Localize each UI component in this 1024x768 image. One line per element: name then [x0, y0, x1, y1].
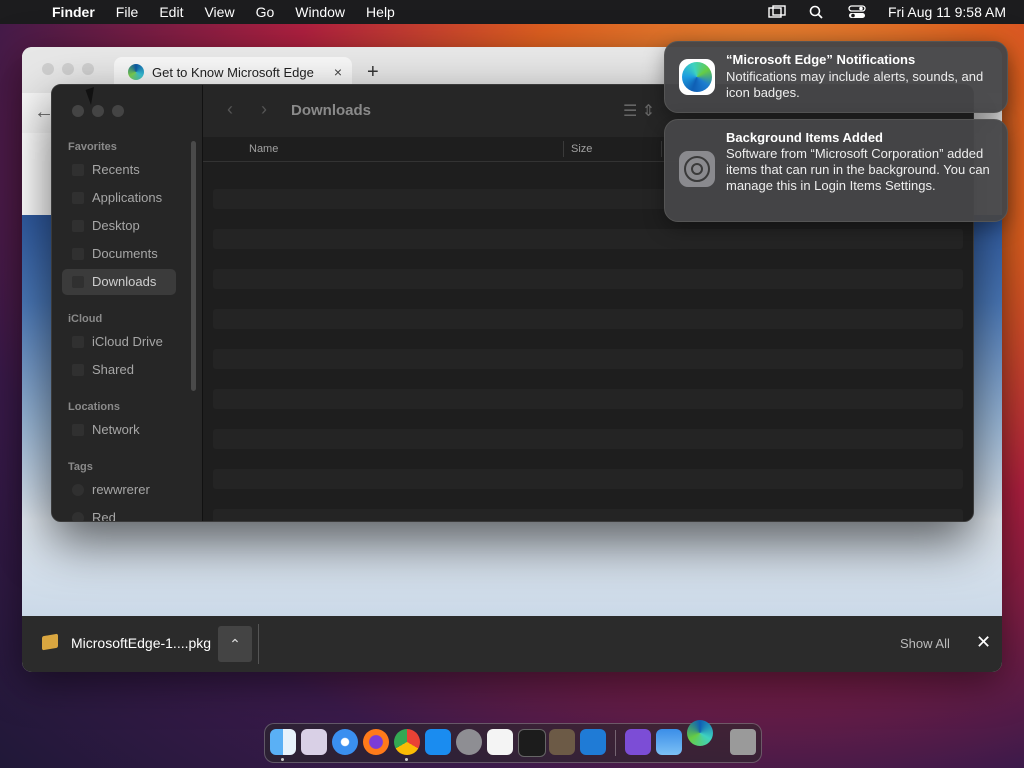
edge-favicon-icon — [128, 64, 144, 80]
list-row — [213, 469, 963, 489]
column-header-name[interactable]: Name — [249, 143, 278, 155]
list-row — [213, 269, 963, 289]
sidebar-header-icloud: iCloud — [68, 313, 103, 325]
trash-icon[interactable] — [730, 729, 756, 755]
list-row — [213, 309, 963, 329]
notification-title: Background Items Added — [726, 130, 883, 145]
terminal-icon[interactable] — [518, 729, 546, 757]
column-divider — [563, 141, 564, 157]
menu-edit[interactable]: Edit — [159, 4, 183, 20]
applications-icon — [72, 192, 84, 204]
menu-bar: Finder File Edit View Go Window Help Fri… — [0, 0, 1024, 24]
desktop-icon — [72, 220, 84, 232]
notification-body: Software from “Microsoft Corporation” ad… — [726, 146, 990, 193]
list-row — [213, 429, 963, 449]
app-store-icon[interactable] — [425, 729, 451, 755]
textedit-icon[interactable] — [487, 729, 513, 755]
vscode-icon[interactable] — [580, 729, 606, 755]
system-settings-icon — [679, 151, 715, 187]
list-row — [213, 349, 963, 369]
column-divider — [661, 141, 662, 157]
edge-icon — [679, 59, 715, 95]
download-icon — [72, 276, 84, 288]
finder-icon[interactable] — [270, 729, 296, 755]
chrome-icon[interactable] — [394, 729, 420, 755]
sidebar-item-tag-red[interactable]: Red — [62, 505, 176, 521]
sidebar-item-downloads[interactable]: Downloads — [62, 269, 176, 295]
notification-title: “Microsoft Edge” Notifications — [726, 52, 916, 67]
shared-folder-icon — [72, 364, 84, 376]
cloud-icon — [72, 336, 84, 348]
menu-window[interactable]: Window — [295, 4, 345, 20]
running-indicator — [405, 758, 408, 761]
finder-sidebar: Favorites Recents Applications Desktop D… — [52, 85, 202, 521]
package-icon — [42, 633, 58, 651]
list-row — [213, 509, 963, 521]
system-settings-icon[interactable] — [456, 729, 482, 755]
weather-icon[interactable] — [656, 729, 682, 755]
notification-background-items[interactable]: Background Items Added Software from “Mi… — [664, 119, 1008, 222]
show-all-button[interactable]: Show All — [900, 636, 950, 651]
list-row — [213, 389, 963, 409]
close-tab-icon[interactable]: × — [334, 64, 342, 80]
clock-icon — [72, 164, 84, 176]
sidebar-item-desktop[interactable]: Desktop — [62, 213, 176, 239]
spotlight-search-icon[interactable] — [808, 5, 826, 19]
sidebar-header-favorites: Favorites — [68, 141, 117, 153]
sidebar-item-network[interactable]: Network — [62, 417, 176, 443]
menu-app-finder[interactable]: Finder — [52, 4, 95, 20]
edge-icon[interactable] — [687, 720, 713, 746]
menu-go[interactable]: Go — [256, 4, 275, 20]
sidebar-item-documents[interactable]: Documents — [62, 241, 176, 267]
finder-zoom-button[interactable] — [112, 105, 124, 117]
tag-dot-icon — [72, 512, 84, 521]
column-header-size[interactable]: Size — [571, 143, 592, 155]
instruments-icon[interactable] — [549, 729, 575, 755]
chevron-up-icon[interactable]: ⌃ — [218, 626, 252, 662]
back-chevron-icon[interactable]: ‹ — [227, 99, 233, 120]
new-tab-button[interactable]: + — [367, 61, 379, 84]
sidebar-header-tags: Tags — [68, 461, 93, 473]
finder-window-title: Downloads — [291, 102, 372, 119]
finder-minimize-button[interactable] — [92, 105, 104, 117]
download-filename[interactable]: MicrosoftEdge-1....pkg — [71, 635, 211, 651]
sidebar-item-applications[interactable]: Applications — [62, 185, 176, 211]
list-view-icon[interactable]: ☰ ⇕ — [623, 101, 655, 121]
tag-dot-icon — [72, 484, 84, 496]
visual-studio-icon[interactable] — [625, 729, 651, 755]
dock — [264, 720, 762, 763]
sidebar-item-shared[interactable]: Shared — [62, 357, 176, 383]
edge-minimize-button[interactable] — [62, 63, 74, 75]
sidebar-item-tag-rewwrerer[interactable]: rewwrerer — [62, 477, 176, 503]
network-icon — [72, 424, 84, 436]
edge-tab-title: Get to Know Microsoft Edge — [152, 64, 314, 80]
download-divider — [258, 624, 259, 664]
launchpad-icon[interactable] — [301, 729, 327, 755]
control-center-icon[interactable] — [848, 5, 866, 19]
firefox-icon[interactable] — [363, 729, 389, 755]
notification-edge[interactable]: “Microsoft Edge” Notifications Notificat… — [664, 41, 1008, 113]
sidebar-item-recents[interactable]: Recents — [62, 157, 176, 183]
menu-help[interactable]: Help — [366, 4, 395, 20]
menubar-clock[interactable]: Fri Aug 11 9:58 AM — [888, 4, 1006, 20]
forward-chevron-icon[interactable]: › — [261, 99, 267, 120]
finder-close-button[interactable] — [72, 105, 84, 117]
menu-view[interactable]: View — [204, 4, 234, 20]
dock-divider — [615, 730, 616, 756]
close-download-bar-icon[interactable]: ✕ — [976, 632, 991, 653]
safari-icon[interactable] — [332, 729, 358, 755]
sidebar-header-locations: Locations — [68, 401, 120, 413]
list-row — [213, 229, 963, 249]
running-indicator — [281, 758, 284, 761]
notification-body: Notifications may include alerts, sounds… — [726, 69, 984, 100]
edge-zoom-button[interactable] — [82, 63, 94, 75]
sidebar-item-icloud-drive[interactable]: iCloud Drive — [62, 329, 176, 355]
download-bar: MicrosoftEdge-1....pkg ⌃ Show All ✕ — [22, 616, 1002, 672]
screen-mirroring-icon[interactable] — [768, 5, 786, 19]
edge-tab[interactable]: Get to Know Microsoft Edge × — [114, 57, 352, 87]
document-icon — [72, 248, 84, 260]
menu-file[interactable]: File — [116, 4, 139, 20]
sidebar-scrollbar[interactable] — [191, 141, 196, 391]
edge-close-button[interactable] — [42, 63, 54, 75]
